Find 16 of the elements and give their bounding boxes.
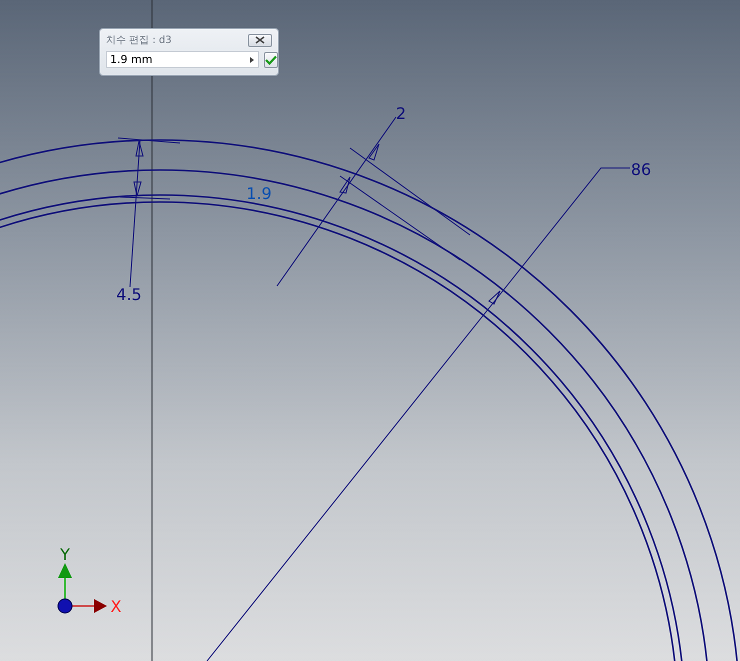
dimension-label[interactable]: 86: [630, 160, 652, 179]
dimension-label[interactable]: 2: [396, 104, 406, 123]
x-axis-label: X: [110, 597, 122, 616]
dimension-value-field[interactable]: 1.9 mm: [106, 51, 259, 68]
y-axis-arrow-icon: [58, 563, 72, 600]
dimension-label[interactable]: 1.9: [246, 184, 272, 203]
close-button[interactable]: [248, 34, 272, 46]
dimension-label[interactable]: 4.5: [116, 285, 142, 304]
z-axis-origin-icon: [58, 598, 72, 614]
accept-button[interactable]: [264, 52, 278, 68]
check-icon: [265, 54, 277, 64]
dialog-title: 치수 편집 : d3: [106, 34, 172, 47]
x-axis-arrow-icon: [70, 599, 107, 613]
caret-icon[interactable]: [250, 57, 254, 63]
close-icon: [255, 36, 265, 44]
y-axis-label: Y: [60, 545, 70, 564]
